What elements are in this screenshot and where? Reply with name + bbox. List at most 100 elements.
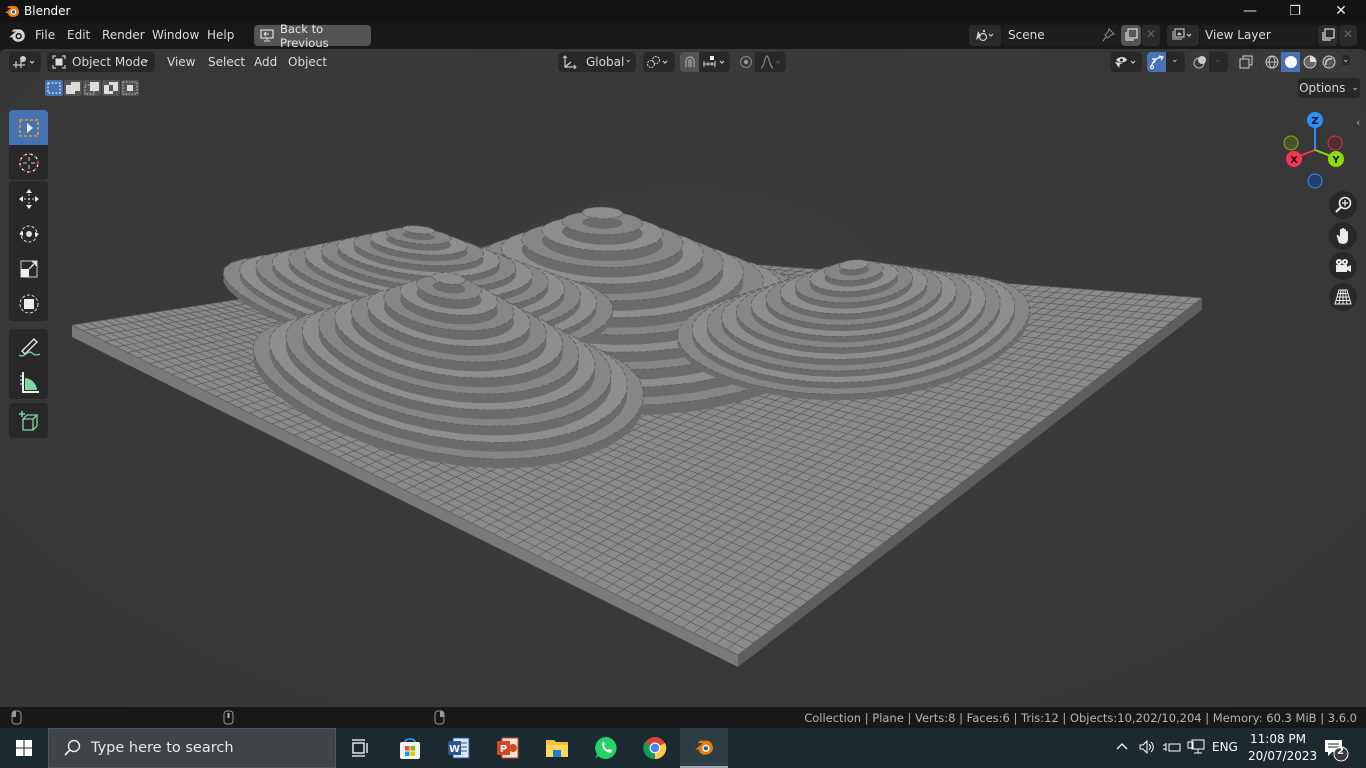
zoom-magnifier-icon [1334, 196, 1352, 214]
voxel-terrain[interactable] [0, 49, 1366, 707]
close-button[interactable]: ✕ [1318, 0, 1364, 22]
clock[interactable]: 11:08 PM 20/07/2023 [1248, 731, 1318, 765]
shading-material-preview-icon[interactable] [1300, 52, 1319, 72]
viewport-menu-select[interactable]: Select [208, 55, 245, 69]
toggle-xray-button[interactable] [1236, 52, 1255, 72]
blender-menu-icon[interactable] [8, 27, 26, 43]
viewport-menu-view[interactable]: View [167, 55, 195, 69]
menu-help[interactable]: Help [207, 28, 234, 42]
window-title: Blender [24, 4, 71, 18]
menu-edit[interactable]: Edit [67, 28, 90, 42]
show-hidden-icons-button[interactable] [1115, 739, 1129, 753]
start-button[interactable] [0, 728, 48, 768]
back-screen-icon [260, 29, 274, 42]
clock-date: 20/07/2023 [1248, 749, 1318, 763]
duplicate-icon [1321, 28, 1335, 42]
view-layer-icon [1171, 28, 1195, 42]
tool-add-cube[interactable] [9, 403, 48, 438]
viewport-menu-object[interactable]: Object [288, 55, 327, 69]
select-mode-invert-icon[interactable] [102, 80, 120, 96]
show-gizmo-icon[interactable] [1147, 52, 1166, 72]
options-dropdown[interactable]: Options ⌄ [1298, 78, 1360, 98]
snap-toggle-magnet-icon[interactable] [680, 52, 699, 72]
minimize-button[interactable]: — [1227, 0, 1273, 22]
tool-annotate[interactable] [9, 329, 48, 364]
maximize-button[interactable]: ❐ [1272, 0, 1318, 22]
delete-view-layer-button[interactable]: ✕ [1339, 25, 1357, 46]
scene-name-field[interactable]: Scene [1002, 25, 1120, 46]
microsoft-store-icon [399, 736, 421, 760]
battery-charging-icon[interactable] [1162, 739, 1182, 755]
tool-move[interactable] [9, 181, 48, 216]
menu-window[interactable]: Window [152, 28, 199, 42]
falloff-curve-icon[interactable] [760, 55, 784, 69]
cursor-icon [17, 151, 41, 175]
eye-cursor-icon [1113, 55, 1139, 69]
gizmo-group: ⌄ [1147, 52, 1185, 72]
mouse-right-button-icon [434, 710, 445, 725]
taskbar-search-box[interactable]: Type here to search [48, 728, 336, 768]
transform-orientation-selector[interactable]: Global ⌄ [558, 52, 636, 72]
view-layer-name-field[interactable]: View Layer [1200, 25, 1317, 46]
new-scene-button[interactable] [1121, 25, 1141, 46]
mode-selector[interactable]: Object Mode ⌄ [47, 52, 155, 72]
3d-viewport[interactable]: Object Mode ⌄ View Select Add Object Glo… [0, 49, 1366, 707]
shading-solid-icon[interactable] [1281, 52, 1300, 72]
neg-y-axis-handle[interactable] [1283, 135, 1299, 151]
taskbar-app-chrome[interactable] [631, 728, 679, 768]
input-language[interactable]: ENG [1212, 740, 1238, 754]
annotate-icon [16, 335, 42, 359]
tool-scale[interactable] [9, 251, 48, 286]
select-mode-intersect-icon[interactable] [121, 80, 139, 96]
search-placeholder: Type here to search [91, 740, 234, 756]
overlays-icon[interactable] [1190, 52, 1209, 72]
neg-x-axis-handle[interactable] [1327, 135, 1343, 151]
tool-transform[interactable] [9, 286, 48, 321]
neg-z-axis-handle[interactable] [1307, 173, 1323, 189]
shading-wireframe-icon[interactable] [1262, 52, 1281, 72]
delete-scene-button[interactable]: ✕ [1142, 25, 1160, 46]
tool-rotate[interactable] [9, 216, 48, 251]
taskbar-app-whatsapp[interactable] [582, 728, 630, 768]
sidebar-toggle-arrow-icon[interactable]: ‹ [1356, 116, 1360, 129]
taskbar-app-powerpoint[interactable]: P [484, 728, 532, 768]
chevron-down-icon: ⌄ [624, 55, 632, 65]
select-mode-new-icon[interactable] [45, 80, 63, 96]
axis-navigation-gizmo[interactable]: Z X Y [1278, 109, 1354, 191]
taskbar-app-file-explorer[interactable] [533, 728, 581, 768]
tool-measure[interactable] [9, 364, 48, 399]
select-box-icon [17, 117, 41, 139]
select-mode-subtract-icon[interactable] [83, 80, 101, 96]
scene-browse-button[interactable] [969, 25, 1001, 46]
chevron-down-icon[interactable]: ⌄ [1214, 55, 1222, 65]
taskbar-app-blender[interactable] [680, 728, 728, 768]
select-mode-extend-icon[interactable] [64, 80, 82, 96]
viewport-menu-add[interactable]: Add [254, 55, 277, 69]
view-layer-browse-button[interactable] [1167, 25, 1199, 46]
tool-select-box[interactable] [9, 110, 48, 145]
snap-increment-icon[interactable] [702, 55, 728, 69]
chevron-down-icon[interactable]: ⌄ [1171, 55, 1179, 65]
scene-statistics: Collection | Plane | Verts:8 | Faces:6 |… [804, 711, 1357, 725]
task-view-button[interactable] [336, 728, 384, 768]
editor-type-button[interactable] [9, 52, 41, 72]
network-icon[interactable] [1187, 739, 1205, 755]
pin-icon[interactable] [1102, 28, 1115, 42]
camera-view-button[interactable] [1329, 252, 1357, 280]
tool-cursor[interactable] [9, 145, 48, 180]
selectability-visibility-button[interactable] [1110, 52, 1142, 72]
shading-rendered-icon[interactable] [1319, 52, 1338, 72]
perspective-toggle-button[interactable] [1329, 283, 1357, 311]
menu-render[interactable]: Render [102, 28, 145, 42]
zoom-view-button[interactable] [1329, 191, 1357, 219]
chevron-down-icon[interactable]: ⌄ [1342, 55, 1350, 65]
taskbar-app-word[interactable]: W [435, 728, 483, 768]
back-to-previous-button[interactable]: Back to Previous [254, 22, 371, 50]
taskbar-app-store[interactable] [386, 728, 434, 768]
pivot-point-button[interactable] [643, 52, 675, 72]
volume-icon[interactable] [1138, 739, 1156, 755]
pan-view-button[interactable] [1329, 222, 1357, 250]
new-view-layer-button[interactable] [1318, 25, 1338, 46]
proportional-editing-icon[interactable] [736, 52, 755, 72]
menu-file[interactable]: File [35, 28, 55, 42]
